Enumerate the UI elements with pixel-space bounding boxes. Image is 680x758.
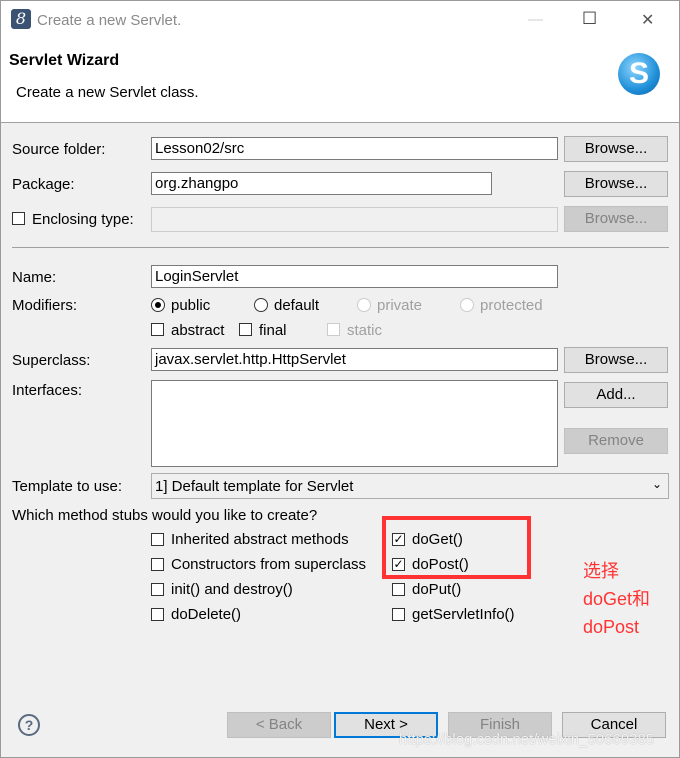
abstract-checkbox[interactable] [151,323,164,336]
name-input[interactable]: LoginServlet [151,265,558,288]
stub-label: Inherited abstract methods [171,531,349,548]
wizard-header: Servlet Wizard Create a new Servlet clas… [1,41,679,123]
wizard-title: Servlet Wizard [9,52,120,69]
interfaces-list[interactable] [151,380,558,467]
enclosing-type-checkbox[interactable] [12,212,25,225]
back-button[interactable]: < Back [227,712,331,738]
stub-checkbox[interactable] [151,583,164,596]
superclass-label: Superclass: [12,352,91,369]
name-label: Name: [12,269,57,286]
remove-interface-button[interactable]: Remove [564,428,668,454]
static-checkbox[interactable] [327,323,340,336]
stub-label: Constructors from superclass [171,556,367,573]
stub-label: init() and destroy() [171,581,293,598]
watermark: https://blog.csdn.net/weixin_50669385 [399,731,655,748]
maximize-button[interactable]: ☐ [582,9,597,29]
package-input[interactable]: org.zhangpo [151,172,492,195]
chevron-down-icon: ⌄ [651,477,662,491]
final-label: final [259,322,287,339]
static-label: static [347,322,383,339]
radio-private[interactable] [357,298,371,312]
interfaces-label: Interfaces: [12,382,83,399]
title-bar: 8 Create a new Servlet. — ☐ ✕ [1,1,679,41]
radio-protected-label: protected [480,297,543,314]
help-icon[interactable]: ? [18,714,40,736]
package-label: Package: [12,176,75,193]
close-button[interactable]: ✕ [641,10,654,30]
source-folder-browse-button[interactable]: Browse... [564,136,668,162]
stub-checkbox[interactable] [392,608,405,621]
enclosing-browse-button[interactable]: Browse... [564,206,668,232]
annotation-line: 选择 [583,561,619,581]
radio-public[interactable] [151,298,165,312]
annotation-line: doPost [583,617,640,637]
radio-default[interactable] [254,298,268,312]
abstract-label: abstract [171,322,225,339]
radio-default-label: default [274,297,320,314]
final-checkbox[interactable] [239,323,252,336]
stub-label: doDelete() [171,606,242,623]
superclass-input[interactable]: javax.servlet.http.HttpServlet [151,348,558,371]
modifiers-label: Modifiers: [12,297,78,314]
template-label: Template to use: [12,478,123,495]
stub-label: doPut() [412,581,462,598]
add-interface-button[interactable]: Add... [564,382,668,408]
stub-label: getServletInfo() [412,606,515,623]
source-folder-input[interactable]: Lesson02/src [151,137,558,160]
separator [12,247,669,248]
enclosing-type-input[interactable] [151,207,558,232]
window-title: Create a new Servlet. [37,12,182,29]
template-selected: 1] Default template for Servlet [155,478,354,495]
annotation-line: doGet和 [583,589,651,609]
radio-private-label: private [377,297,423,314]
wizard-subtitle: Create a new Servlet class. [16,84,199,101]
source-folder-label: Source folder: [12,141,106,158]
dialog-window: 8 Create a new Servlet. — ☐ ✕ Servlet Wi… [0,0,680,758]
annotation-text: 选择 doGet和 doPost [583,557,650,641]
stubs-question: Which method stubs would you like to cre… [12,507,318,524]
package-browse-button[interactable]: Browse... [564,171,668,197]
stub-checkbox[interactable] [151,533,164,546]
minimize-button[interactable]: — [528,11,543,28]
servlet-logo-icon: S [618,53,660,95]
radio-public-label: public [171,297,211,314]
stub-checkbox[interactable] [392,583,405,596]
radio-protected[interactable] [460,298,474,312]
stub-checkbox[interactable] [151,608,164,621]
highlight-box [382,516,531,579]
template-select[interactable]: 1] Default template for Servlet ⌄ [151,473,669,499]
enclosing-type-label: Enclosing type: [32,211,134,228]
stub-checkbox[interactable] [151,558,164,571]
superclass-browse-button[interactable]: Browse... [564,347,668,373]
eclipse-app-icon: 8 [11,9,31,29]
